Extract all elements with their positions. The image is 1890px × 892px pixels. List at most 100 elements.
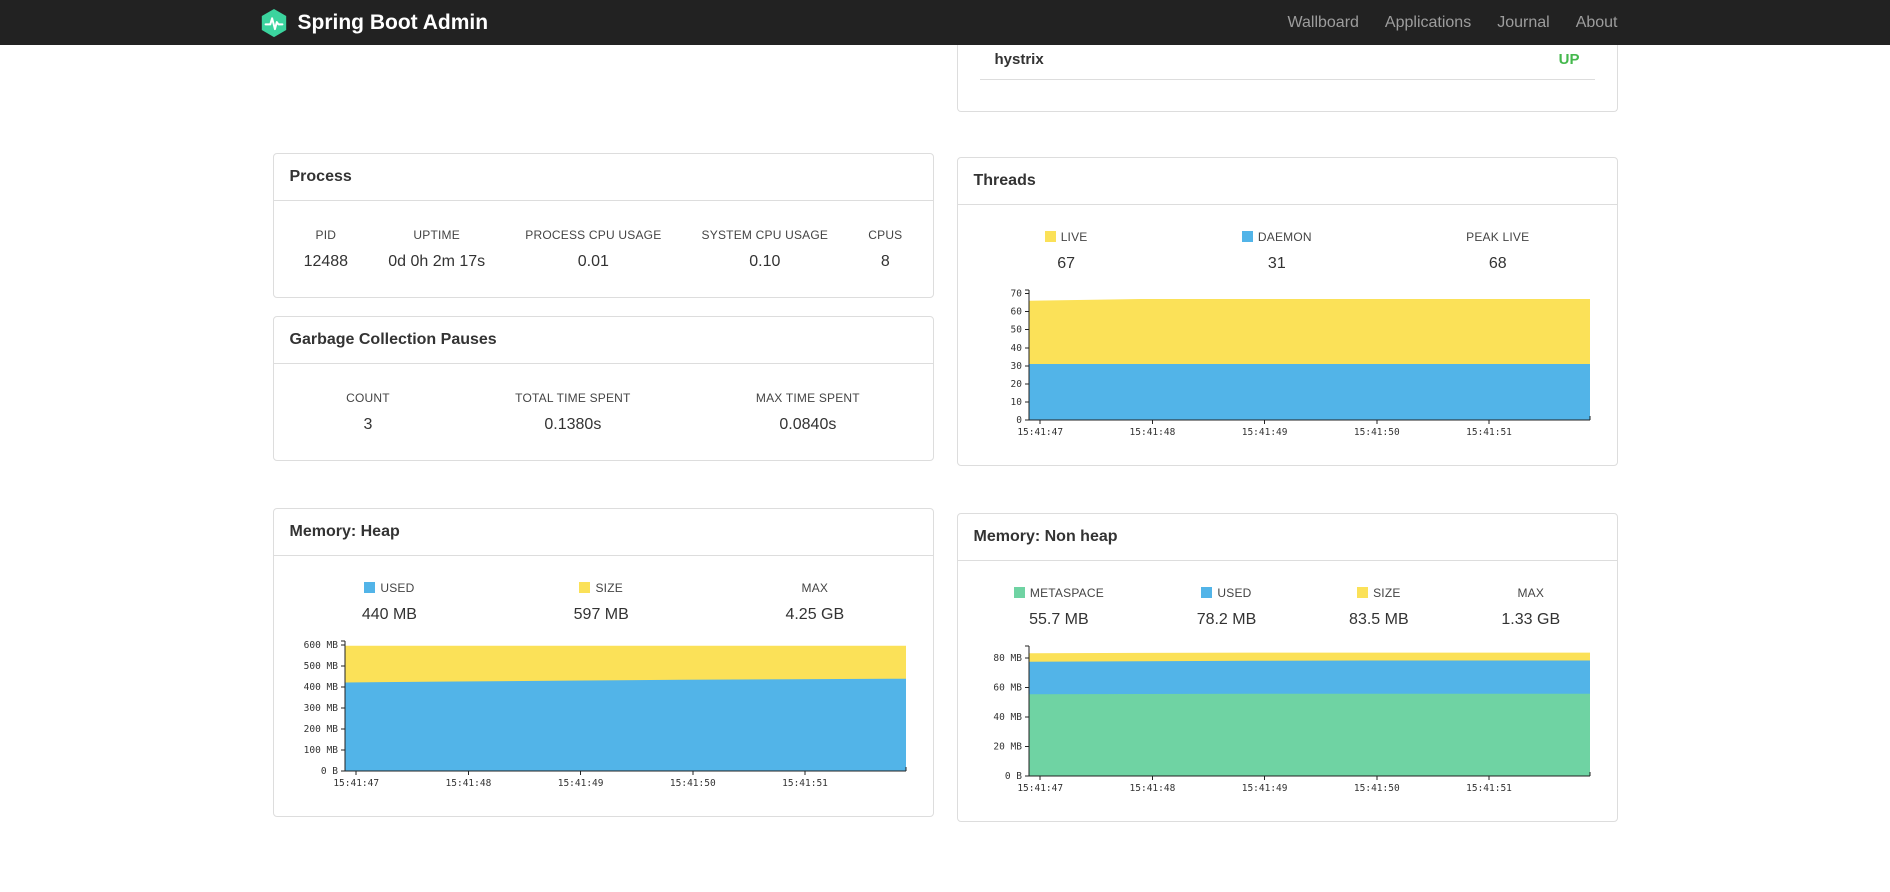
legend-text: DAEMON [1257, 230, 1312, 244]
legend-heap-max: MAX 4.25 GB [785, 581, 844, 625]
legend-text: LIVE [1060, 230, 1088, 244]
svg-text:20 MB: 20 MB [993, 741, 1022, 752]
legend-label: DAEMON [1241, 230, 1312, 244]
legend-text: PEAK LIVE [1466, 230, 1530, 244]
threads-panel-title: Threads [957, 158, 1617, 205]
gc-panel-title: Garbage Collection Pauses [273, 317, 933, 364]
legend-value: 31 [1267, 255, 1286, 272]
size-swatch [579, 582, 591, 593]
gc-stats: COUNT 3 TOTAL TIME SPENT 0.1380s MAX TIM… [274, 364, 933, 460]
legend-value: 4.25 GB [785, 606, 845, 623]
legend-text: SIZE [595, 581, 623, 595]
page-content: Process PID 12488 UPTIME 0d 0h 2m 17s PR… [272, 0, 1618, 822]
svg-text:600 MB: 600 MB [303, 640, 338, 651]
process-panel-title: Process [273, 154, 933, 201]
stat-label: CPUS [868, 228, 903, 242]
svg-text:400 MB: 400 MB [303, 682, 338, 693]
process-panel: Process PID 12488 UPTIME 0d 0h 2m 17s PR… [272, 153, 934, 298]
legend-value: 78.2 MB [1196, 611, 1257, 628]
threads-chart-wrap: 0 10 20 30 40 50 60 70 15:41:47 15:41:48 15:41:49 1… [972, 280, 1617, 455]
stat-value: 0.1380s [544, 416, 602, 433]
legend-label: PEAK LIVE [1466, 230, 1529, 244]
stat-label: MAX TIME SPENT [755, 391, 860, 405]
svg-text:300 MB: 300 MB [303, 703, 338, 714]
stat-label: UPTIME [413, 228, 460, 242]
legend-label: SIZE [1349, 586, 1409, 600]
application-name[interactable]: hystrix [995, 51, 1044, 68]
status-badge: UP [1558, 51, 1580, 68]
threads-chart: 0 10 20 30 40 50 60 70 15:41:47 15:41:48 15:41:49 1… [1010, 289, 1590, 438]
legend-nonheap-used: USED 78.2 MB [1197, 586, 1257, 630]
used-swatch [364, 582, 376, 593]
nav-link-about[interactable]: About [1563, 14, 1618, 32]
stat-value: 3 [363, 416, 373, 433]
stat-gc-total-time: TOTAL TIME SPENT 0.1380s [515, 391, 630, 435]
legend-label: MAX [1501, 586, 1560, 600]
stat-value: 0d 0h 2m 17s [388, 253, 486, 270]
live-swatch [1044, 231, 1056, 242]
stat-uptime: UPTIME 0d 0h 2m 17s [388, 228, 485, 272]
svg-text:15:41:48: 15:41:48 [445, 778, 491, 789]
health-panel-padding [958, 80, 1617, 111]
memory-heap-panel-title: Memory: Heap [273, 509, 933, 556]
nav-link-wallboard[interactable]: Wallboard [1274, 14, 1371, 32]
legend-peak-live: PEAK LIVE 68 [1466, 230, 1529, 274]
legend-label: METASPACE [1013, 586, 1104, 600]
legend-metaspace: METASPACE 55.7 MB [1013, 586, 1104, 630]
svg-text:15:41:50: 15:41:50 [669, 778, 715, 789]
threads-panel: Threads LIVE 67 DAEMON 31 PEAK LIVE 68 0… [956, 157, 1618, 466]
legend-value: 55.7 MB [1029, 611, 1089, 628]
svg-text:15:41:51: 15:41:51 [1466, 783, 1512, 794]
right-column: hystrix UP Threads LIVE 67 DAEMON 31 PEA… [956, 45, 1618, 822]
memory-heap-chart: 0 B 100 MB 200 MB 300 MB 400 MB 500 MB 600 MB 1… [303, 640, 906, 789]
legend-nonheap-size: SIZE 83.5 MB [1349, 586, 1409, 630]
legend-daemon: DAEMON 31 [1241, 230, 1312, 274]
stat-label: TOTAL TIME SPENT [515, 391, 631, 405]
legend-value: 597 MB [573, 606, 629, 623]
memory-nonheap-legend: METASPACE 55.7 MB USED 78.2 MB SIZE 83.5… [958, 561, 1617, 630]
stat-gc-max-time: MAX TIME SPENT 0.0840s [756, 391, 860, 435]
threads-legend: LIVE 67 DAEMON 31 PEAK LIVE 68 [958, 205, 1617, 274]
svg-text:60 MB: 60 MB [993, 682, 1022, 693]
svg-text:20: 20 [1010, 379, 1022, 390]
stat-value: 0.0840s [779, 416, 837, 433]
legend-value: 440 MB [361, 606, 417, 623]
svg-text:15:41:48: 15:41:48 [1129, 427, 1175, 438]
memory-nonheap-chart-wrap: 0 B 20 MB 40 MB 60 MB 80 MB 15:41:47 15:41:48 1… [972, 636, 1617, 811]
stat-value: 0.10 [749, 253, 781, 270]
svg-text:15:41:47: 15:41:47 [333, 778, 379, 789]
memory-heap-chart-wrap: 0 B 100 MB 200 MB 300 MB 400 MB 500 MB 600 MB 1… [288, 631, 933, 806]
svg-text:15:41:50: 15:41:50 [1353, 427, 1399, 438]
legend-text: USED [1217, 586, 1252, 600]
health-panel-fragment: hystrix UP [956, 45, 1618, 112]
stat-label: PROCESS CPU USAGE [525, 228, 662, 242]
svg-text:15:41:49: 15:41:49 [557, 778, 603, 789]
daemon-swatch [1241, 231, 1253, 242]
svg-text:50: 50 [1010, 325, 1022, 336]
spring-boot-admin-logo-icon [259, 8, 289, 38]
health-row-hystrix[interactable]: hystrix UP [979, 45, 1595, 80]
legend-label: USED [362, 581, 417, 595]
legend-text: MAX [801, 581, 829, 595]
memory-nonheap-chart: 0 B 20 MB 40 MB 60 MB 80 MB 15:41:47 15:41:48 1… [993, 645, 1590, 794]
svg-text:40 MB: 40 MB [993, 712, 1022, 723]
svg-text:500 MB: 500 MB [303, 661, 338, 672]
svg-text:30: 30 [1010, 361, 1022, 372]
stat-value: 0.01 [577, 253, 609, 270]
left-column-spacer [273, 45, 934, 153]
used-swatch [1201, 587, 1213, 598]
legend-nonheap-max: MAX 1.33 GB [1501, 586, 1560, 630]
legend-text: METASPACE [1029, 586, 1104, 600]
stat-pid: PID 12488 [304, 228, 349, 272]
svg-text:15:41:50: 15:41:50 [1353, 783, 1399, 794]
left-column: Process PID 12488 UPTIME 0d 0h 2m 17s PR… [272, 45, 934, 817]
stat-system-cpu: SYSTEM CPU USAGE 0.10 [702, 228, 829, 272]
brand[interactable]: Spring Boot Admin [259, 8, 488, 38]
svg-text:15:41:47: 15:41:47 [1017, 427, 1063, 438]
legend-value: 1.33 GB [1501, 611, 1561, 628]
legend-text: USED [380, 581, 415, 595]
nav-link-applications[interactable]: Applications [1372, 14, 1484, 32]
svg-text:15:41:51: 15:41:51 [782, 778, 828, 789]
svg-text:15:41:49: 15:41:49 [1241, 427, 1287, 438]
nav-link-journal[interactable]: Journal [1484, 14, 1562, 32]
